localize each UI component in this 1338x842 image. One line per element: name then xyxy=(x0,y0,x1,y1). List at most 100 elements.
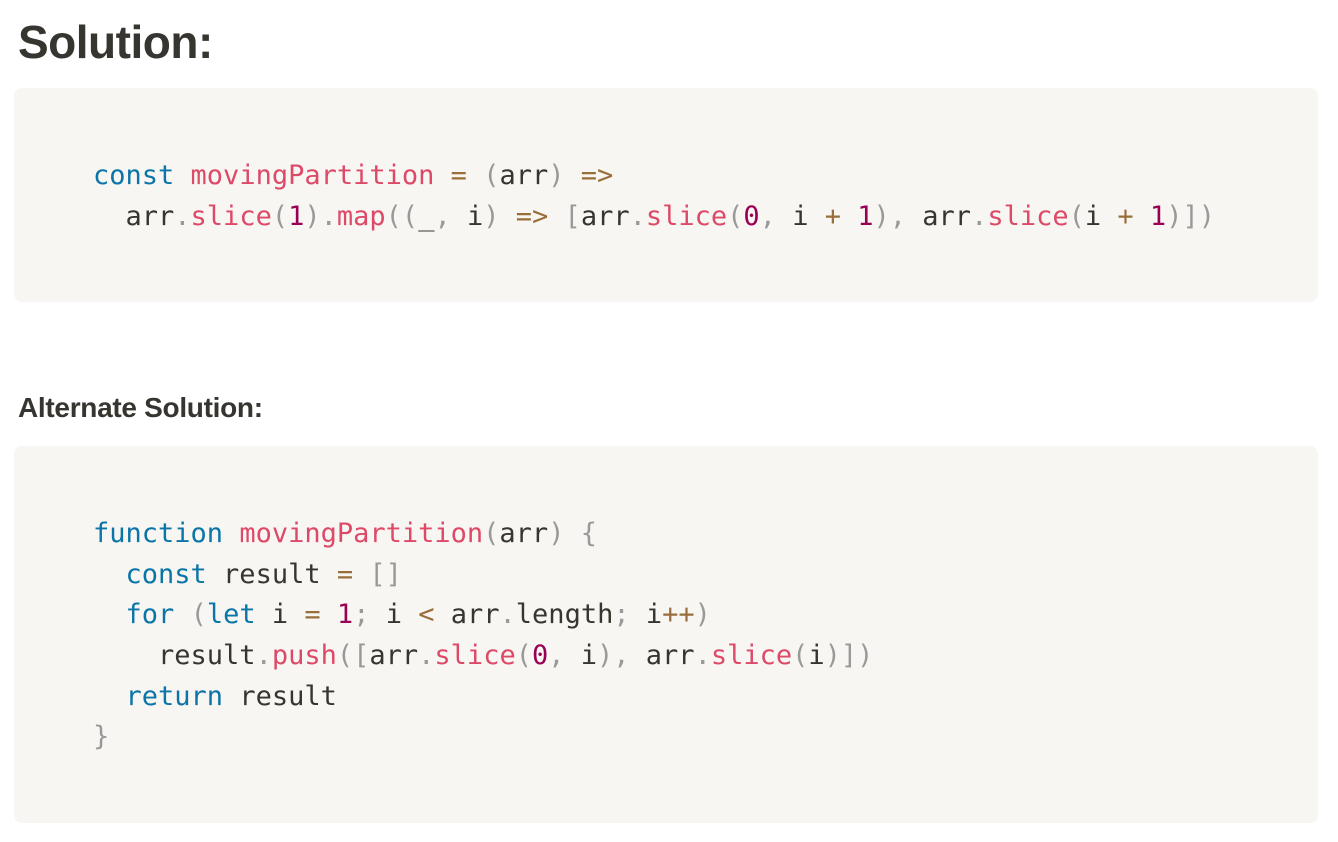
text-token: arr xyxy=(499,160,549,191)
code-content: function movingPartition(arr) { const re… xyxy=(93,514,873,758)
keyword-token: function xyxy=(93,518,224,549)
punctuation-token: ) xyxy=(483,200,500,232)
text-token: arr xyxy=(369,640,419,672)
number-token: 1 xyxy=(288,200,305,232)
punctuation-token: ), xyxy=(873,200,907,232)
text-token: i xyxy=(1084,200,1118,232)
text-token: i xyxy=(564,640,598,672)
code-line: return result xyxy=(93,677,873,718)
function-token: movingPartition xyxy=(190,160,435,191)
punctuation-token: [] xyxy=(369,558,402,590)
punctuation-token: ([ xyxy=(336,640,370,672)
punctuation-token: . xyxy=(694,640,711,672)
code-content: const movingPartition = (arr) => arr.sli… xyxy=(93,156,1215,237)
operator-token: => xyxy=(515,200,549,232)
punctuation-token: ) xyxy=(694,599,711,631)
punctuation-token: ( xyxy=(190,599,207,631)
punctuation-token: . xyxy=(971,200,988,232)
number-token: 1 xyxy=(857,200,874,232)
text-token: arr xyxy=(629,640,695,672)
punctuation-token: ; xyxy=(613,599,630,631)
punctuation-token: ( xyxy=(515,640,532,672)
punctuation-token: . xyxy=(499,599,516,631)
function-token: slice xyxy=(987,200,1069,232)
keyword-token: let xyxy=(206,599,256,631)
punctuation-token: . xyxy=(418,640,435,672)
punctuation-token: ( xyxy=(792,640,809,672)
punctuation-token: ) xyxy=(548,160,565,191)
function-token: movingPartition xyxy=(239,518,484,549)
code-line: const movingPartition = (arr) => xyxy=(93,156,1215,197)
function-token: slice xyxy=(434,640,516,672)
keyword-token: return xyxy=(125,680,224,712)
alternate-solution-heading: Alternate Solution: xyxy=(18,392,263,423)
number-token: 0 xyxy=(531,640,549,672)
operator-token: = xyxy=(336,558,354,590)
punctuation-token: ( xyxy=(483,160,500,191)
punctuation-token: ( xyxy=(271,200,289,232)
alternate-solution-code-block[interactable]: function movingPartition(arr) { const re… xyxy=(14,446,1318,823)
punctuation-token: } xyxy=(93,721,110,753)
text-token: i xyxy=(255,599,305,631)
keyword-token: const xyxy=(93,160,175,191)
punctuation-token: { xyxy=(580,518,597,549)
solution-code-block[interactable]: const movingPartition = (arr) => arr.sli… xyxy=(14,88,1318,302)
function-token: slice xyxy=(645,200,728,232)
text-token: result xyxy=(223,680,337,712)
text-token: i xyxy=(369,599,419,631)
keyword-token: const xyxy=(125,558,207,590)
number-token: 0 xyxy=(743,200,760,232)
punctuation-token: ) xyxy=(548,518,565,549)
text-token: result xyxy=(206,558,337,590)
text-token: result xyxy=(93,640,256,672)
function-token: slice xyxy=(710,640,793,672)
code-line: } xyxy=(93,717,873,758)
text-token: _ xyxy=(418,200,435,232)
text-token: i xyxy=(808,640,825,672)
operator-token: = xyxy=(450,160,467,191)
operator-token: => xyxy=(580,160,614,191)
operator-token: < xyxy=(418,599,435,631)
punctuation-token: ( xyxy=(483,518,500,549)
code-line: result.push([arr.slice(0, i), arr.slice(… xyxy=(93,636,873,677)
text-token: i xyxy=(629,599,663,631)
operator-token: ++ xyxy=(662,599,695,631)
text-token: arr xyxy=(434,599,500,631)
punctuation-token: . xyxy=(320,200,337,232)
punctuation-token: )]) xyxy=(1166,200,1215,232)
operator-token: + xyxy=(1117,200,1134,232)
text-token: arr xyxy=(906,200,972,232)
code-line: for (let i = 1; i < arr.length; i++) xyxy=(93,595,873,636)
punctuation-token: , xyxy=(434,200,451,232)
punctuation-token: ( xyxy=(727,200,744,232)
text-token: i xyxy=(450,200,484,232)
code-line: function movingPartition(arr) { xyxy=(93,514,873,555)
punctuation-token: (( xyxy=(385,200,419,232)
punctuation-token: , xyxy=(759,200,776,232)
text-token: arr xyxy=(499,518,549,549)
function-token: slice xyxy=(190,200,272,232)
punctuation-token: . xyxy=(255,640,272,672)
keyword-token: for xyxy=(125,599,175,631)
function-token: push xyxy=(271,640,337,672)
punctuation-token: ( xyxy=(1068,200,1085,232)
number-token: 1 xyxy=(336,599,354,631)
solution-heading: Solution: xyxy=(18,16,213,68)
punctuation-token: ), xyxy=(597,640,630,672)
punctuation-token: [ xyxy=(564,200,581,232)
text-token: arr xyxy=(93,200,175,232)
punctuation-token: . xyxy=(629,200,646,232)
text-token: i xyxy=(775,200,825,232)
